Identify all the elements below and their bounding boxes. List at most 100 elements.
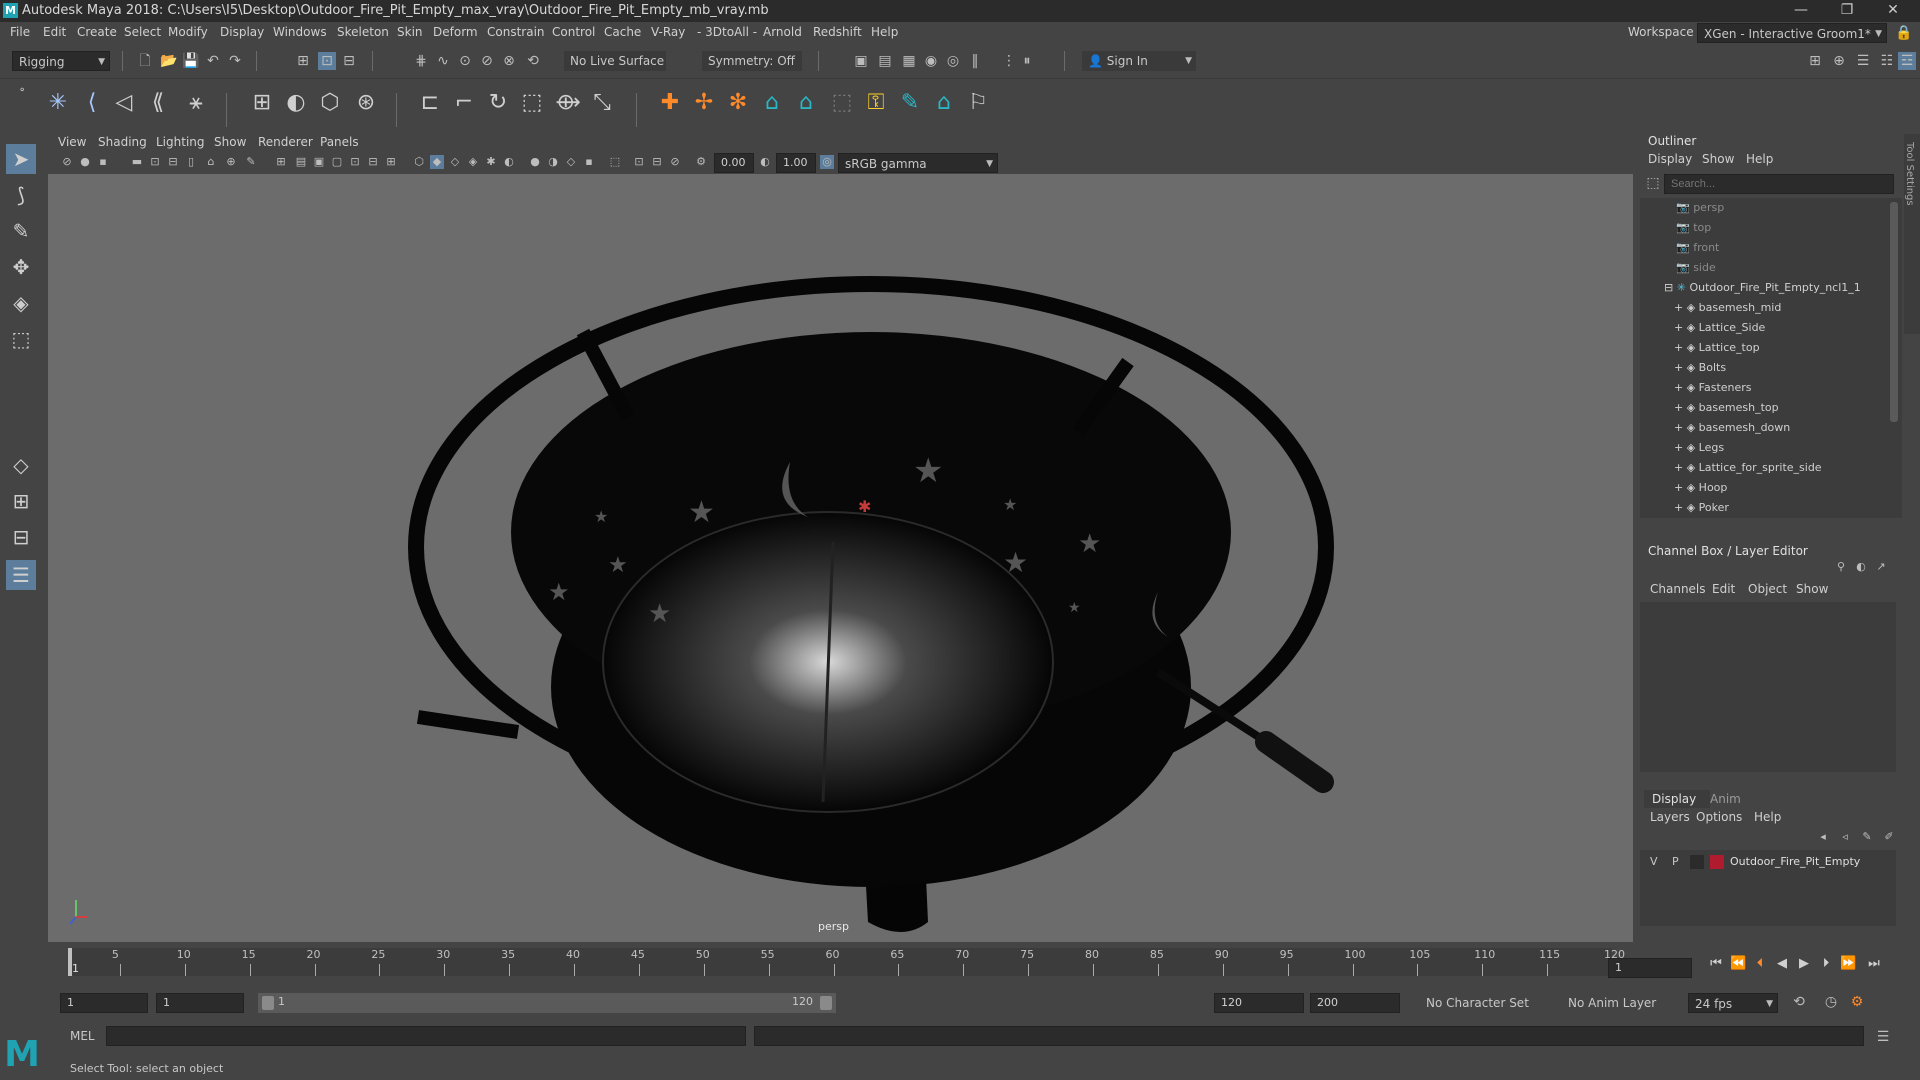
snap-surface-icon[interactable]: ⊗ — [500, 52, 518, 70]
menu-constrain[interactable]: Constrain — [487, 25, 545, 39]
frame-selection-icon[interactable]: ⊟ — [650, 155, 664, 169]
undo-icon[interactable]: ↶ — [204, 52, 222, 70]
tool-settings-icon[interactable]: ☰ — [1854, 52, 1872, 70]
mirror-joint-icon[interactable]: ⟪ — [142, 87, 174, 119]
menu-skeleton[interactable]: Skeleton — [337, 25, 389, 39]
menu-3dtoall[interactable]: - 3DtoAll - — [697, 25, 757, 39]
menu-help[interactable]: Help — [871, 25, 898, 39]
isolate-select-icon[interactable]: ⬡ — [412, 155, 426, 169]
playback-start-field[interactable]: 1 — [156, 993, 244, 1013]
attribute-editor-icon[interactable]: ⊕ — [1830, 52, 1848, 70]
new-layer-selected-icon[interactable]: ✐ — [1880, 828, 1898, 846]
modeling-toolkit-icon[interactable]: ⊞ — [1806, 52, 1824, 70]
blend-shape-icon[interactable]: ⌂ — [928, 87, 960, 119]
layer-menu-options[interactable]: Options — [1696, 810, 1742, 824]
hypershade-icon[interactable]: ◉ — [922, 52, 940, 70]
menu-arnold[interactable]: Arnold — [763, 25, 802, 39]
render-view-icon[interactable]: ◎ — [944, 52, 962, 70]
play-forwards-icon[interactable]: ▶ — [1796, 956, 1812, 972]
outliner-item-mesh[interactable]: + ◈ Lattice_Side — [1674, 318, 1765, 338]
play-backwards-icon[interactable]: ◀ — [1774, 956, 1790, 972]
xray-icon[interactable]: ◆ — [430, 155, 444, 169]
menuset-dropdown[interactable]: Rigging ▼ — [12, 51, 110, 71]
select-tool-icon[interactable]: ➤ — [6, 144, 36, 174]
aim-constraint-icon[interactable]: ⟴ — [552, 87, 584, 119]
channel-menu-object[interactable]: Object — [1748, 582, 1787, 596]
outliner-menu-show[interactable]: Show — [1702, 152, 1734, 166]
single-perspective-icon[interactable]: ◇ — [6, 450, 36, 480]
bind-skin-icon[interactable]: ⊞ — [246, 87, 278, 119]
outliner-item-mesh[interactable]: + ◈ basemesh_down — [1674, 418, 1790, 438]
menu-cache[interactable]: Cache — [604, 25, 641, 39]
outliner-item-mesh[interactable]: + ◈ Fasteners — [1674, 378, 1752, 398]
hud-icon[interactable]: ◑ — [546, 155, 560, 169]
render-settings-icon[interactable]: ▦ — [900, 52, 918, 70]
anim-prefs-icon[interactable]: ⚙ — [1848, 993, 1866, 1011]
view-transform-icon[interactable]: ◇ — [564, 155, 578, 169]
move-layer-up-icon[interactable]: ◂ — [1814, 828, 1832, 846]
image-plane-icon[interactable]: ▬ — [130, 155, 144, 169]
motion-blur-icon[interactable]: ✱ — [484, 155, 498, 169]
current-frame-field[interactable]: 1 — [1608, 958, 1692, 978]
viewport-3d[interactable]: ★ ★ ★ ★ ★ ★ ★ ★ ★ ★ ✱ persp — [48, 132, 1633, 942]
snap-pivot-icon[interactable]: ⟲ — [524, 52, 542, 70]
time-slider-track[interactable] — [68, 948, 1612, 976]
outliner-item-mesh[interactable]: + ◈ Bolts — [1674, 358, 1726, 378]
channel-menu-channels[interactable]: Channels — [1650, 582, 1706, 596]
range-handle-end[interactable] — [820, 996, 832, 1010]
gamma-icon[interactable]: ◐ — [758, 155, 772, 169]
outliner-item-mesh[interactable]: + ◈ Lattice_top — [1674, 338, 1760, 358]
minimize-icon[interactable]: — — [1778, 0, 1824, 22]
attribute-toggle-icon[interactable]: ◐ — [1852, 558, 1870, 576]
animation-end-field[interactable]: 200 — [1310, 993, 1400, 1013]
animation-start-field[interactable]: 1 — [60, 993, 148, 1013]
move-layer-down-icon[interactable]: ◃ — [1836, 828, 1854, 846]
pause-icon[interactable]: ⏸ — [1018, 52, 1036, 70]
resolution-gate-icon[interactable]: ⊕ — [224, 155, 238, 169]
ik-spline-icon[interactable]: ◁ — [108, 87, 140, 119]
parent-constraint-icon[interactable]: ⊏ — [414, 87, 446, 119]
snap-point-icon[interactable]: ⊙ — [456, 52, 474, 70]
tab-display[interactable]: Display — [1644, 790, 1710, 808]
camera-attributes-icon[interactable]: ⊘ — [60, 155, 74, 169]
layer-playback-toggle[interactable]: P — [1672, 855, 1679, 868]
outliner-item-mesh[interactable]: + ◈ basemesh_top — [1674, 398, 1779, 418]
outliner-item-camera[interactable]: 📷 top — [1676, 218, 1711, 238]
vray-icon[interactable]: ⋮ — [1000, 52, 1018, 70]
character-set-dropdown[interactable]: No Character Set — [1420, 993, 1552, 1013]
outliner-item-mesh[interactable]: + ◈ Hoop — [1674, 478, 1727, 498]
close-icon[interactable]: ✕ — [1870, 0, 1916, 22]
lock-icon[interactable]: 🔒 — [1895, 24, 1913, 42]
outliner-item-camera[interactable]: 📷 persp — [1676, 198, 1724, 218]
viewport-stat-icon[interactable]: ⊘ — [668, 155, 682, 169]
go-to-end-icon[interactable]: ⏭ — [1866, 956, 1882, 972]
two-view-icon[interactable]: ⊟ — [6, 522, 36, 552]
new-layer-icon[interactable]: ✎ — [1858, 828, 1876, 846]
script-editor-icon[interactable]: ☰ — [1874, 1028, 1892, 1046]
outliner-toggle-icon[interactable]: ☲ — [1898, 52, 1916, 70]
skeleton-icon[interactable]: ⌂ — [790, 87, 822, 119]
anti-alias-icon[interactable]: ◐ — [502, 155, 516, 169]
smooth-shade-icon[interactable]: ▤ — [294, 155, 308, 169]
locator-icon[interactable]: ✚ — [654, 87, 686, 119]
character-icon[interactable]: ✻ — [722, 87, 754, 119]
snap-curve-icon[interactable]: ∿ — [434, 52, 452, 70]
paint-select-icon[interactable]: ✎ — [6, 216, 36, 246]
shadows-icon[interactable]: ⊟ — [366, 155, 380, 169]
outliner-search-input[interactable] — [1664, 174, 1894, 194]
menu-create[interactable]: Create — [77, 25, 117, 39]
layer-row[interactable]: V P Outdoor_Fire_Pit_Empty — [1644, 852, 1896, 874]
range-handle-start[interactable] — [262, 996, 274, 1010]
time-slider[interactable]: 1 5 10 15 20 25 30 35 40 45 50 55 60 65 70 75 80 85 90 95 1… — [48, 946, 1625, 980]
xray-joints-icon[interactable]: ◇ — [448, 155, 462, 169]
bookmark-icon[interactable]: ▪ — [96, 155, 110, 169]
rotate-tool-icon[interactable]: ◈ — [6, 288, 36, 318]
snap-grid-icon[interactable]: ⋕ — [412, 52, 430, 70]
vp-menu-panels[interactable]: Panels — [320, 135, 359, 149]
select-hierarchy-icon[interactable]: ⊞ — [294, 52, 312, 70]
new-scene-icon[interactable]: 🗋 — [136, 52, 154, 70]
lattice-icon[interactable]: ⬡ — [314, 87, 346, 119]
ipr-render-icon[interactable]: ▤ — [876, 52, 894, 70]
pause-ipr-icon[interactable]: ‖ — [966, 52, 984, 70]
backface-icon[interactable]: ◈ — [466, 155, 480, 169]
